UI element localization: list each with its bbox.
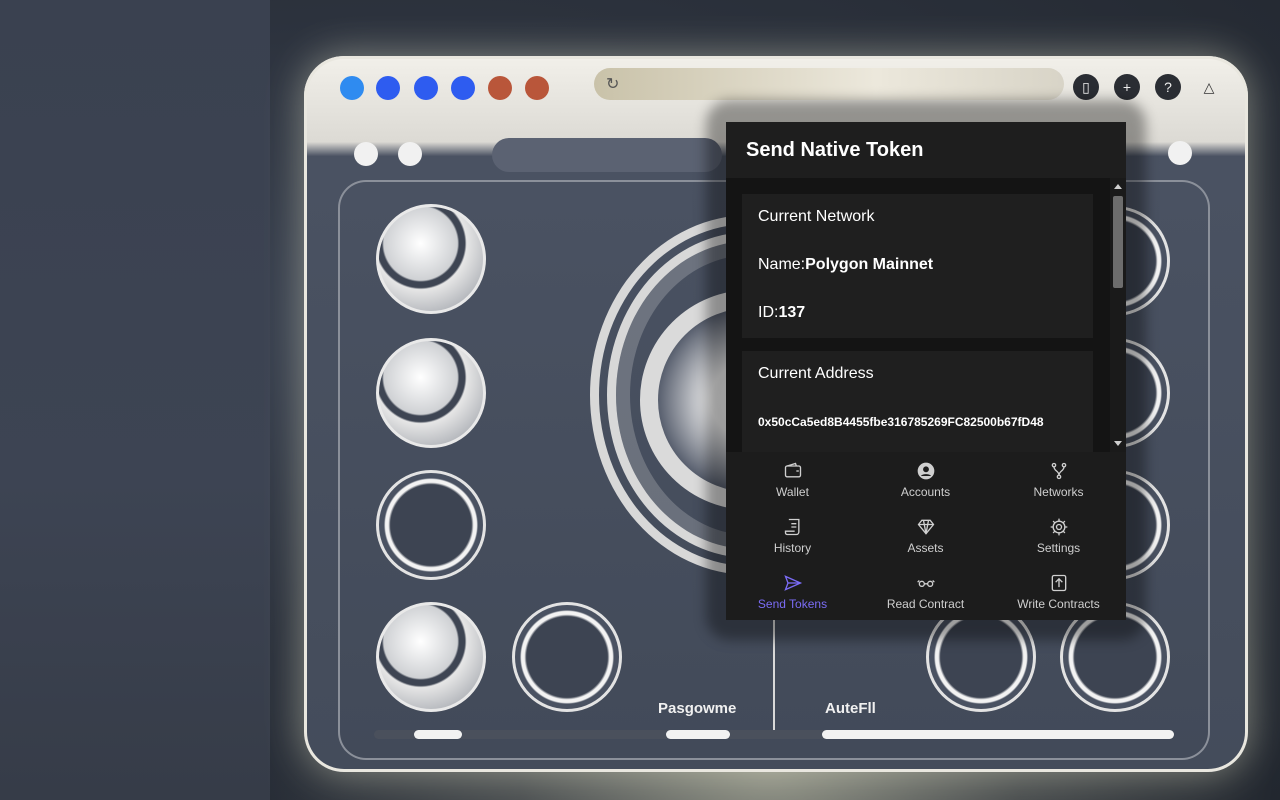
account-icon	[916, 461, 936, 481]
nav-networks[interactable]: Networks	[992, 452, 1125, 508]
address-card: Current Address 0x50cCa5ed8B4455fbe31678…	[742, 351, 1093, 461]
network-icon	[1049, 461, 1069, 481]
illustration-inner-bar	[492, 138, 722, 172]
network-name-label: Name:	[758, 256, 805, 273]
window-dot-blue	[376, 76, 400, 100]
network-name-value: Polygon Mainnet	[805, 256, 933, 273]
refresh-icon: ↻	[606, 74, 626, 94]
history-icon	[783, 517, 803, 537]
nav-label: Networks	[1033, 485, 1083, 499]
nav-write-contracts[interactable]: Write Contracts	[992, 564, 1125, 620]
illustration-label: AuteFll	[825, 700, 876, 717]
scroll-down-arrow-icon[interactable]	[1114, 441, 1122, 446]
cog-icon	[376, 470, 486, 580]
nav-label: Wallet	[776, 485, 809, 499]
bottom-navigation: Wallet Accounts Networks History Assets …	[726, 452, 1126, 620]
glasses-icon	[916, 573, 936, 593]
address-heading: Current Address	[758, 365, 874, 383]
window-dot-blue	[414, 76, 438, 100]
shield-search-icon	[376, 602, 486, 712]
network-name: Name:Polygon Mainnet	[758, 256, 933, 274]
asterisk-icon	[512, 602, 622, 712]
window-dot-blue-light	[340, 76, 364, 100]
upload-icon	[1049, 573, 1069, 593]
globe-icon	[376, 204, 486, 314]
nav-label: Send Tokens	[758, 597, 827, 611]
network-heading: Current Network	[758, 208, 874, 226]
illustration-dot	[1168, 141, 1192, 165]
nav-assets[interactable]: Assets	[859, 508, 992, 564]
nav-settings[interactable]: Settings	[992, 508, 1125, 564]
nav-label: Accounts	[901, 485, 950, 499]
question-icon: ?	[1155, 74, 1181, 100]
nav-label: Assets	[907, 541, 943, 555]
trash-icon: ▯	[1073, 74, 1099, 100]
window-dot-blue	[451, 76, 475, 100]
diamond-icon	[916, 517, 936, 537]
illustration-url-bar	[594, 68, 1064, 100]
window-dot-red	[488, 76, 512, 100]
illustration-dot	[398, 142, 422, 166]
popup-title: Send Native Token	[726, 122, 1126, 178]
gear-icon	[376, 338, 486, 448]
gear-icon	[1049, 517, 1069, 537]
illustration-pill	[414, 730, 462, 739]
nav-label: Write Contracts	[1017, 597, 1099, 611]
nav-label: Read Contract	[887, 597, 964, 611]
nav-wallet[interactable]: Wallet	[726, 452, 859, 508]
popup-content[interactable]: Current Network Name:Polygon Mainnet ID:…	[726, 178, 1126, 452]
network-id-label: ID:	[758, 304, 778, 321]
network-id-value: 137	[778, 304, 805, 321]
popup-scrollbar[interactable]	[1110, 178, 1126, 452]
illustration-pill	[666, 730, 730, 739]
send-icon	[783, 573, 803, 593]
nav-send-tokens[interactable]: Send Tokens	[726, 564, 859, 620]
illustration-label: Pasgowme	[658, 700, 736, 717]
network-id: ID:137	[758, 304, 805, 322]
background-left-panel	[0, 0, 270, 800]
nav-label: Settings	[1037, 541, 1080, 555]
nav-read-contract[interactable]: Read Contract	[859, 564, 992, 620]
scroll-up-arrow-icon[interactable]	[1114, 184, 1122, 189]
illustration-pill	[822, 730, 1174, 739]
bell-icon: △	[1196, 74, 1222, 100]
window-dot-red	[525, 76, 549, 100]
network-card: Current Network Name:Polygon Mainnet ID:…	[742, 194, 1093, 338]
plus-icon: +	[1114, 74, 1140, 100]
address-value[interactable]: 0x50cCa5ed8B4455fbe316785269FC82500b67fD…	[758, 415, 1044, 429]
nav-accounts[interactable]: Accounts	[859, 452, 992, 508]
illustration-dot	[354, 142, 378, 166]
nav-history[interactable]: History	[726, 508, 859, 564]
wallet-popup: Send Native Token Current Network Name:P…	[726, 122, 1126, 620]
nav-label: History	[774, 541, 811, 555]
scroll-thumb[interactable]	[1113, 196, 1123, 288]
wallet-icon	[783, 461, 803, 481]
